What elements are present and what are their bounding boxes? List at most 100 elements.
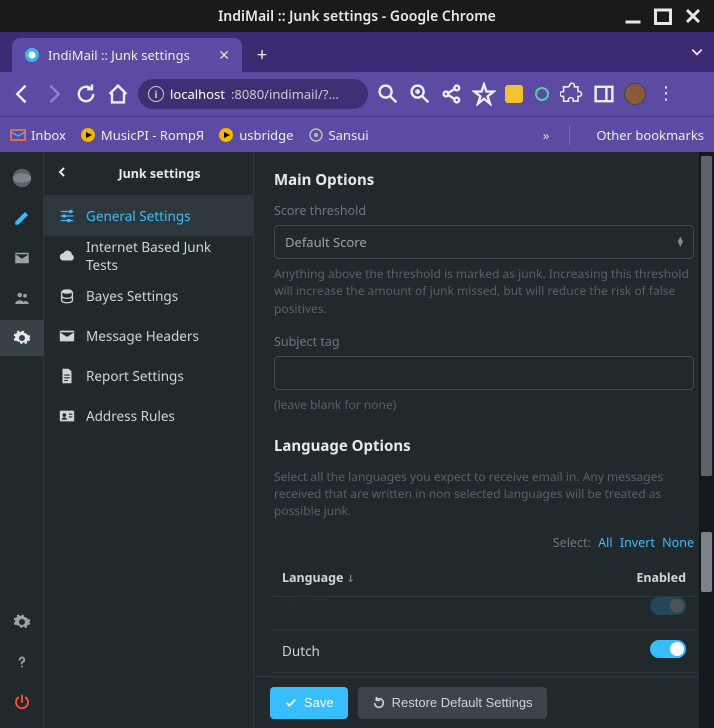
- settings-item-general[interactable]: General Settings: [44, 196, 253, 236]
- save-button[interactable]: Save: [270, 687, 348, 719]
- language-enabled-cell: [516, 629, 694, 672]
- select-all-link[interactable]: All: [598, 534, 612, 551]
- settings-title: Junk settings: [78, 165, 241, 182]
- tab-favicon: [24, 47, 40, 63]
- score-threshold-select[interactable]: Default Score ▲▼: [274, 225, 694, 259]
- bookmark-inbox[interactable]: Inbox: [10, 126, 66, 144]
- settings-item-internet-tests[interactable]: Internet Based Junk Tests: [44, 236, 253, 276]
- database-icon: [58, 287, 76, 305]
- section-language-options-title: Language Options: [274, 436, 694, 456]
- new-tab-button[interactable]: +: [248, 41, 276, 69]
- settings-sidebar: Junk settings General Settings Internet …: [44, 152, 254, 728]
- settings-item-bayes[interactable]: Bayes Settings: [44, 276, 253, 316]
- table-row: Dutch: [274, 629, 694, 672]
- action-footer: Save Restore Default Settings: [254, 676, 698, 728]
- extensions-button[interactable]: [560, 82, 584, 106]
- settings-header: Junk settings: [44, 152, 253, 196]
- window-maximize-button[interactable]: [654, 7, 672, 25]
- language-name-cell: Dutch: [274, 629, 516, 672]
- restore-defaults-button[interactable]: Restore Default Settings: [358, 687, 547, 719]
- bookmark-star-button[interactable]: [472, 82, 496, 106]
- extension-1-icon[interactable]: [504, 84, 524, 104]
- browser-tabstrip: IndiMail :: Junk settings ✕ +: [0, 32, 714, 72]
- rail-mail-button[interactable]: [0, 240, 44, 276]
- language-select-controls: Select: All Invert None: [274, 534, 694, 551]
- rail-settings-button[interactable]: [0, 320, 44, 356]
- tabs-dropdown-button[interactable]: [690, 42, 704, 64]
- rail-help-button[interactable]: [0, 644, 44, 680]
- document-icon: [58, 367, 76, 385]
- window-title: IndiMail :: Junk settings - Google Chrom…: [0, 7, 714, 26]
- score-threshold-value: Default Score: [285, 233, 367, 251]
- search-engine-button[interactable]: [376, 82, 400, 106]
- profile-avatar[interactable]: [624, 83, 646, 105]
- bookmarks-overflow-button[interactable]: »: [543, 126, 550, 144]
- site-info-icon[interactable]: i: [148, 86, 164, 102]
- bookmark-icon: [10, 127, 26, 143]
- scrollbar-track[interactable]: [699, 152, 714, 728]
- scrollbar-thumb[interactable]: [701, 156, 712, 476]
- main-area: Main Options Score threshold Default Sco…: [254, 152, 714, 728]
- bookmark-icon: [218, 127, 234, 143]
- subject-tag-help: (leave blank for none): [274, 396, 694, 413]
- bookmark-sansui[interactable]: Sansui: [308, 126, 369, 144]
- subject-tag-label: Subject tag: [274, 333, 694, 350]
- scrollbar-thumb-secondary[interactable]: [701, 532, 712, 592]
- other-bookmarks-button[interactable]: Other bookmarks: [590, 126, 704, 144]
- bookmark-usbridge[interactable]: usbridge: [218, 126, 293, 144]
- language-name-cell: Danish: [274, 590, 516, 623]
- settings-back-button[interactable]: [56, 165, 68, 182]
- zoom-button[interactable]: [408, 82, 432, 106]
- window-titlebar: IndiMail :: Junk settings - Google Chrom…: [0, 0, 714, 32]
- url-host: localhost: [170, 85, 225, 103]
- rail-contacts-button[interactable]: [0, 280, 44, 316]
- settings-item-headers[interactable]: Message Headers: [44, 316, 253, 356]
- window-close-button[interactable]: [684, 7, 702, 25]
- bookmark-musicpi[interactable]: MusicPI - RompЯ: [80, 126, 204, 144]
- reload-button[interactable]: [74, 82, 98, 106]
- language-toggle[interactable]: [650, 597, 686, 615]
- rail-compose-button[interactable]: [0, 200, 44, 236]
- section-main-options-title: Main Options: [274, 170, 694, 190]
- bookmark-icon: [308, 127, 324, 143]
- window-minimize-button[interactable]: [624, 7, 642, 25]
- sliders-icon: [58, 207, 76, 225]
- share-button[interactable]: [440, 82, 464, 106]
- url-path: :8080/indimail/?...: [231, 85, 339, 103]
- select-invert-link[interactable]: Invert: [620, 534, 655, 551]
- settings-item-address-rules[interactable]: Address Rules: [44, 396, 253, 436]
- bookmark-icon: [80, 127, 96, 143]
- app-page: Junk settings General Settings Internet …: [0, 152, 714, 728]
- app-rail: [0, 152, 44, 728]
- browser-tab[interactable]: IndiMail :: Junk settings ✕: [12, 38, 242, 72]
- rail-app-logo[interactable]: [0, 160, 44, 196]
- select-none-link[interactable]: None: [662, 534, 694, 551]
- score-threshold-label: Score threshold: [274, 202, 694, 219]
- cloud-icon: [58, 247, 76, 265]
- tab-title: IndiMail :: Junk settings: [48, 46, 190, 64]
- home-button[interactable]: [106, 82, 130, 106]
- rail-preferences-button[interactable]: [0, 604, 44, 640]
- chrome-menu-button[interactable]: ⋮: [654, 82, 678, 106]
- column-enabled-header[interactable]: Enabled: [516, 559, 694, 597]
- language-toggle[interactable]: [650, 640, 686, 658]
- table-row: Danish: [274, 596, 694, 629]
- forward-button[interactable]: [42, 82, 66, 106]
- bookmarks-bar: Inbox MusicPI - RompЯ usbridge Sansui » …: [0, 116, 714, 152]
- score-threshold-help: Anything above the threshold is marked a…: [274, 265, 694, 317]
- main-panel: Main Options Score threshold Default Sco…: [254, 152, 714, 728]
- envelope-icon: [58, 327, 76, 345]
- tab-close-button[interactable]: ✕: [218, 46, 230, 65]
- address-card-icon: [58, 407, 76, 425]
- rail-logout-button[interactable]: [0, 684, 44, 720]
- subject-tag-input[interactable]: [274, 356, 694, 390]
- sort-indicator-icon: ↓: [346, 571, 354, 585]
- language-enabled-cell: [516, 596, 694, 629]
- browser-toolbar: i localhost :8080/indimail/?... ⋮: [0, 72, 714, 116]
- side-panel-button[interactable]: [592, 82, 616, 106]
- extension-2-icon[interactable]: [532, 84, 552, 104]
- settings-item-report[interactable]: Report Settings: [44, 356, 253, 396]
- divider: [569, 125, 570, 145]
- back-button[interactable]: [10, 82, 34, 106]
- url-bar[interactable]: i localhost :8080/indimail/?...: [138, 79, 368, 109]
